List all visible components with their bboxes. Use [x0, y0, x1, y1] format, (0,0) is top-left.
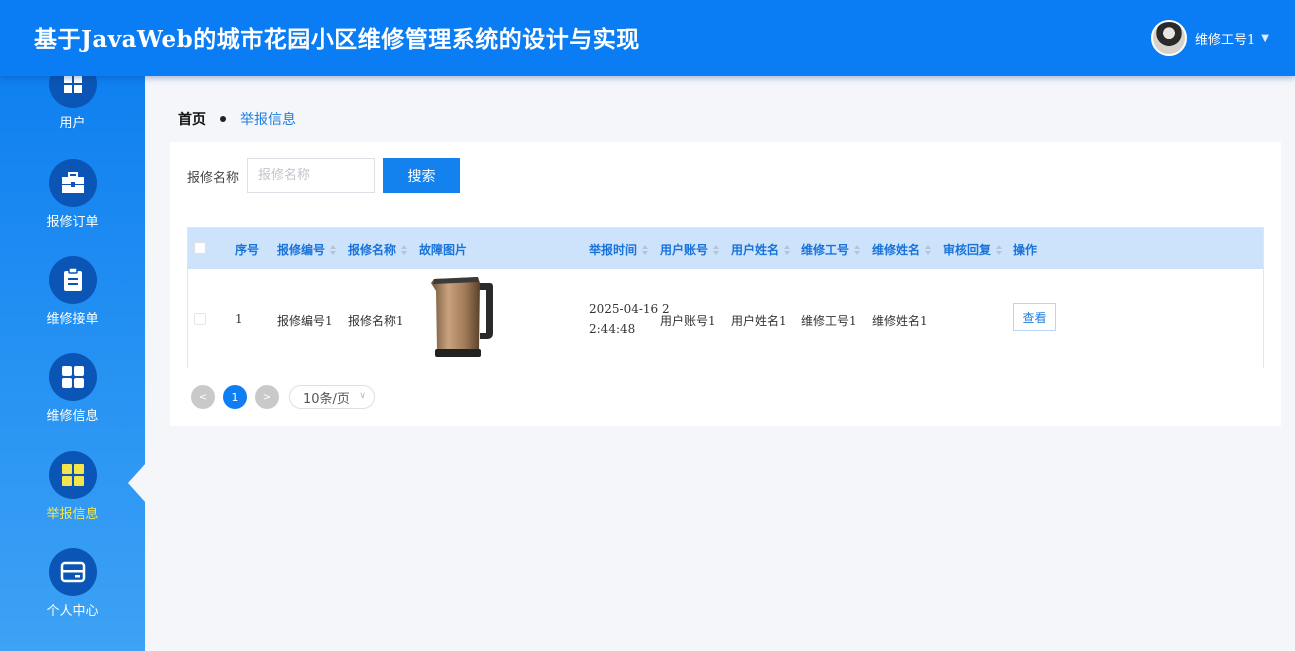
- sidebar-item-repair-accept[interactable]: 维修接单: [0, 256, 145, 336]
- column-header-user-name[interactable]: 用户姓名: [731, 241, 791, 258]
- column-header-user-account[interactable]: 用户账号: [660, 241, 720, 258]
- chevron-down-icon: ∨: [359, 391, 366, 401]
- column-header-label: 故障图片: [419, 243, 468, 257]
- user-name[interactable]: 维修工号1: [1195, 29, 1255, 48]
- search-input[interactable]: [247, 158, 375, 193]
- column-header-image: 故障图片: [419, 241, 467, 258]
- electric-kettle-image[interactable]: [430, 273, 494, 359]
- user-grid-icon: [48, 76, 97, 108]
- table-header: 序号 报修编号 报修名称 故障图片 举报时间 用户账号 用户姓名 维修工号 维修…: [188, 228, 1263, 269]
- sort-icon[interactable]: [401, 244, 408, 255]
- column-header-report-time[interactable]: 举报时间: [589, 241, 649, 258]
- search-button[interactable]: 搜索: [383, 158, 460, 193]
- column-header-label: 序号: [235, 243, 260, 257]
- sidebar-item-label: 举报信息: [46, 507, 99, 522]
- column-header-actions: 操作: [1013, 241, 1037, 258]
- content-panel: 报修名称 搜索 序号 报修编号 报修名称 故障图片 举报时间 用户账号 用户姓名…: [170, 142, 1281, 426]
- breadcrumb-separator: [220, 116, 226, 122]
- user-menu[interactable]: 维修工号1 ▼: [1151, 20, 1269, 56]
- column-header-repair-no[interactable]: 报修编号: [277, 241, 337, 258]
- sort-icon[interactable]: [642, 244, 649, 255]
- column-header-label: 报修编号: [277, 243, 326, 257]
- avatar[interactable]: [1151, 20, 1188, 56]
- column-header-repair-name[interactable]: 报修名称: [348, 241, 408, 258]
- column-header-label: 操作: [1013, 243, 1038, 257]
- column-header-worker-name[interactable]: 维修姓名: [872, 241, 932, 258]
- sort-icon[interactable]: [925, 244, 932, 255]
- briefcase-icon: [48, 159, 97, 207]
- prev-page-button[interactable]: <: [191, 385, 215, 409]
- column-header-label: 用户姓名: [731, 243, 780, 257]
- cell-user-account: 用户账号1: [660, 314, 716, 328]
- sort-icon[interactable]: [854, 244, 861, 255]
- search-label: 报修名称: [187, 171, 240, 186]
- cell-worker-no: 维修工号1: [801, 314, 857, 328]
- sort-icon[interactable]: [330, 244, 337, 255]
- column-header-worker-no[interactable]: 维修工号: [801, 241, 861, 258]
- select-all-checkbox[interactable]: [194, 242, 206, 254]
- sidebar-item-report-info[interactable]: 举报信息: [0, 451, 145, 531]
- grid-icon: [48, 353, 97, 401]
- page-button-current[interactable]: 1: [223, 385, 247, 409]
- sidebar-item-label: 个人中心: [46, 604, 99, 619]
- top-bar: 基于JavaWeb的城市花园小区维修管理系统的设计与实现 维修工号1 ▼: [0, 0, 1295, 76]
- sidebar-item-label: 维修接单: [46, 312, 99, 327]
- column-header-label: 用户账号: [660, 243, 709, 257]
- column-header-label: 审核回复: [943, 243, 992, 257]
- column-header-label: 维修姓名: [872, 243, 921, 257]
- column-header-review-reply[interactable]: 审核回复: [943, 241, 1003, 258]
- cell-worker-name: 维修姓名1: [872, 314, 928, 328]
- cell-repair-name: 报修名称1: [348, 314, 404, 328]
- breadcrumb: 首页 举报信息: [178, 109, 296, 129]
- view-button[interactable]: 查看: [1013, 303, 1056, 331]
- caret-down-icon[interactable]: ▼: [1261, 33, 1269, 44]
- column-header-label: 报修名称: [348, 243, 397, 257]
- cell-repair-no: 报修编号1: [277, 314, 333, 328]
- column-header-index: 序号: [235, 241, 259, 258]
- pagination: < 1 > 10条/页 ∨: [191, 385, 375, 409]
- page-size-value: 10条/页: [303, 391, 350, 407]
- sort-icon[interactable]: [784, 244, 791, 255]
- grid-icon: [48, 451, 97, 499]
- sidebar-item-personal-center[interactable]: 个人中心: [0, 548, 145, 628]
- sidebar-item-repair-orders[interactable]: 报修订单: [0, 159, 145, 239]
- report-time-line: 2025-04-16 2: [589, 302, 670, 316]
- sidebar-item-label: 报修订单: [46, 215, 99, 230]
- breadcrumb-current: 举报信息: [240, 112, 296, 128]
- cell-report-time: 2025-04-16 2 2:44:48: [589, 299, 670, 339]
- sort-icon[interactable]: [996, 244, 1003, 255]
- data-table: 序号 报修编号 报修名称 故障图片 举报时间 用户账号 用户姓名 维修工号 维修…: [187, 227, 1264, 368]
- next-page-button[interactable]: >: [255, 385, 279, 409]
- table-row: 1 报修编号1 报修名称1 2025-04-16 2 2:44:48 用户账号1…: [188, 269, 1263, 368]
- breadcrumb-home[interactable]: 首页: [178, 109, 206, 129]
- sort-icon[interactable]: [713, 244, 720, 255]
- row-checkbox[interactable]: [194, 313, 206, 325]
- cell-index: 1: [235, 312, 243, 326]
- sidebar: 用户 报修订单 维修接单 维修信息 举报信息 个人中心: [0, 76, 145, 651]
- page-size-select[interactable]: 10条/页 ∨: [289, 385, 375, 409]
- sidebar-item-users[interactable]: 用户: [0, 76, 145, 140]
- sidebar-item-label: 维修信息: [46, 409, 99, 424]
- column-header-label: 维修工号: [801, 243, 850, 257]
- card-icon: [48, 548, 97, 596]
- report-time-line: 2:44:48: [589, 322, 636, 336]
- cell-user-name: 用户姓名1: [731, 314, 787, 328]
- sidebar-item-repair-info[interactable]: 维修信息: [0, 353, 145, 433]
- clipboard-icon: [48, 256, 97, 304]
- app-title: 基于JavaWeb的城市花园小区维修管理系统的设计与实现: [34, 26, 640, 53]
- active-indicator: [128, 463, 146, 503]
- column-header-label: 举报时间: [589, 243, 638, 257]
- sidebar-item-label: 用户: [59, 116, 86, 131]
